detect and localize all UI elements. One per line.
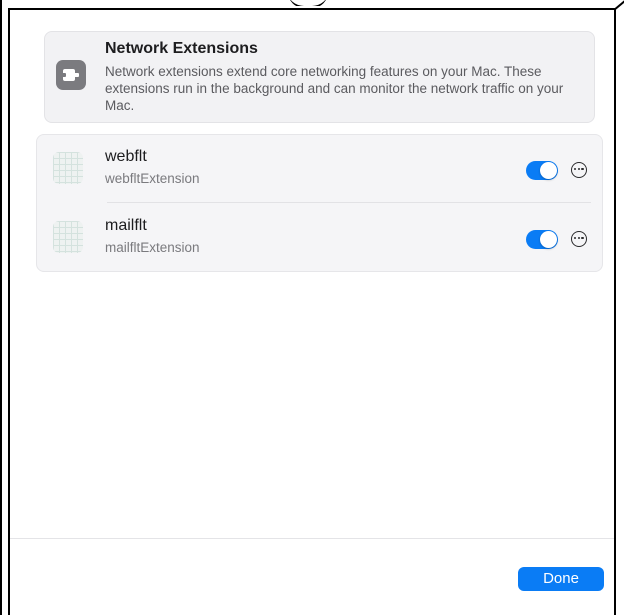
extensions-list: webflt webfltExtension mailflt mailfltEx… <box>36 134 603 272</box>
more-options-button[interactable] <box>571 162 587 178</box>
network-extensions-info-card: Network Extensions Network extensions ex… <box>44 31 595 123</box>
toggle-knob <box>540 231 557 248</box>
done-button[interactable]: Done <box>518 567 604 591</box>
row-divider <box>107 202 591 203</box>
enable-toggle-webflt[interactable] <box>526 161 558 180</box>
footer-divider <box>10 538 614 539</box>
enable-toggle-mailflt[interactable] <box>526 230 558 249</box>
frame-notch <box>270 0 350 6</box>
dialog-window: Network Extensions Network extensions ex… <box>0 0 624 615</box>
app-grid-icon <box>53 221 83 253</box>
extension-name: mailflt <box>105 217 147 234</box>
more-options-button[interactable] <box>571 231 587 247</box>
frame-border <box>614 8 616 615</box>
list-item-webflt: webflt webfltExtension <box>37 135 604 203</box>
frame-corner <box>614 0 624 10</box>
ellipsis-icon <box>574 168 584 171</box>
app-grid-icon <box>53 152 83 184</box>
frame-border <box>8 8 616 10</box>
frame-border <box>8 8 10 615</box>
extension-identifier: mailfltExtension <box>105 240 200 255</box>
section-description: Network extensions extend core networkin… <box>105 64 564 113</box>
toggle-knob <box>540 162 557 179</box>
extension-identifier: webfltExtension <box>105 171 200 186</box>
section-title: Network Extensions <box>105 40 258 57</box>
list-item-mailflt: mailflt mailfltExtension <box>37 204 604 272</box>
frame-border <box>0 0 2 615</box>
ellipsis-icon <box>574 237 584 240</box>
extension-name: webflt <box>105 148 147 165</box>
plug-icon <box>56 60 86 90</box>
